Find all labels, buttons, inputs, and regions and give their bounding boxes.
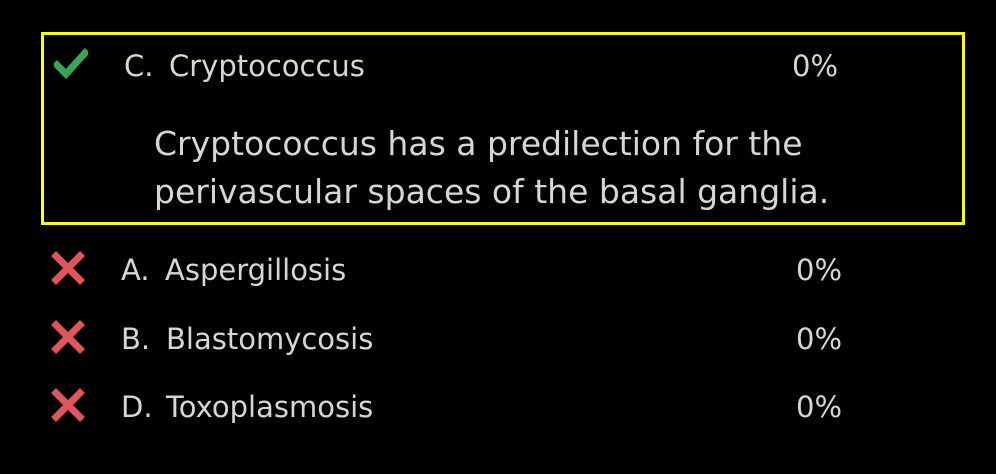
answer-letter: D. [121,390,153,424]
answer-letter: A. [121,253,150,287]
answer-label: Blastomycosis [166,322,374,356]
answer-percent: 0% [792,49,839,83]
answer-label: Toxoplasmosis [166,390,374,424]
answer-label: Aspergillosis [165,253,347,287]
answer-row: A. Aspergillosis 0% [0,250,996,290]
answer-row: D. Toxoplasmosis 0% [0,387,996,427]
checkmark-icon [54,48,88,82]
x-icon [51,251,85,285]
answer-explanation: Cryptococcus has a predilection for the … [154,124,830,211]
answer-row: B. Blastomycosis 0% [0,319,996,359]
x-icon [51,388,85,422]
answer-percent: 0% [796,253,843,287]
answer-label: Cryptococcus [169,49,365,83]
answer-percent: 0% [796,322,843,356]
x-icon [51,320,85,354]
answer-row-correct: C. Cryptococcus 0% [0,46,996,86]
answer-letter: B. [121,322,151,356]
answer-letter: C. [124,49,154,83]
answer-percent: 0% [796,390,843,424]
